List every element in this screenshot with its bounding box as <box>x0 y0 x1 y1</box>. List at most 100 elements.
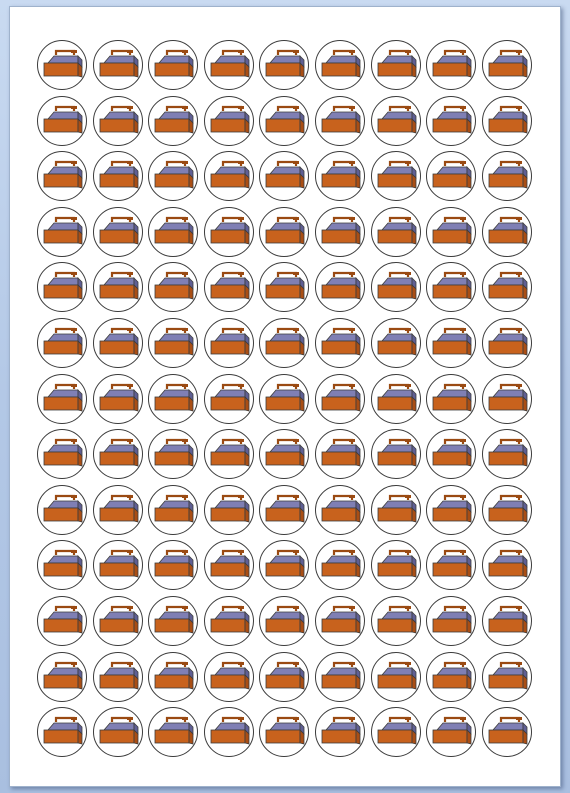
sticker <box>370 595 421 646</box>
sticker <box>92 595 143 646</box>
sticker <box>92 40 143 90</box>
sticker <box>426 95 477 146</box>
sticker <box>92 429 143 480</box>
sticker <box>426 540 477 591</box>
sticker <box>259 484 310 535</box>
sticker <box>203 40 254 90</box>
sticker <box>37 151 87 202</box>
sticker <box>426 429 477 480</box>
sticker <box>426 206 477 257</box>
sticker <box>259 595 310 646</box>
sticker <box>314 95 365 146</box>
sticker <box>481 595 532 646</box>
sticker <box>92 651 143 702</box>
sticker <box>203 262 254 313</box>
sticker <box>203 95 254 146</box>
sticker <box>481 95 532 146</box>
sticker <box>259 651 310 702</box>
sticker <box>370 40 421 90</box>
sticker <box>148 429 199 480</box>
sticker <box>148 40 199 90</box>
sticker <box>370 429 421 480</box>
sticker <box>203 206 254 257</box>
sticker <box>314 429 365 480</box>
sticker <box>203 429 254 480</box>
sticker <box>259 95 310 146</box>
sticker <box>148 595 199 646</box>
sticker <box>370 707 421 758</box>
sticker <box>314 151 365 202</box>
sticker <box>92 206 143 257</box>
sticker-grid <box>37 40 532 758</box>
sticker <box>314 262 365 313</box>
sticker <box>203 707 254 758</box>
sticker <box>259 151 310 202</box>
sticker <box>426 595 477 646</box>
sticker <box>92 95 143 146</box>
sticker <box>92 540 143 591</box>
sticker <box>92 262 143 313</box>
sticker <box>426 317 477 368</box>
sticker <box>314 595 365 646</box>
sticker <box>259 429 310 480</box>
sticker <box>426 651 477 702</box>
sticker <box>481 651 532 702</box>
sticker <box>148 262 199 313</box>
sticker <box>426 373 477 424</box>
sticker <box>370 317 421 368</box>
sticker <box>148 373 199 424</box>
sticker <box>314 206 365 257</box>
sticker <box>37 40 87 90</box>
sticker <box>259 707 310 758</box>
sticker <box>314 484 365 535</box>
sticker <box>259 262 310 313</box>
sticker <box>370 206 421 257</box>
sticker <box>203 651 254 702</box>
sticker <box>92 484 143 535</box>
sticker <box>481 540 532 591</box>
sticker <box>37 484 87 535</box>
sticker <box>203 317 254 368</box>
sticker <box>148 707 199 758</box>
sticker <box>148 484 199 535</box>
sticker <box>426 707 477 758</box>
sticker <box>370 95 421 146</box>
sticker <box>148 651 199 702</box>
sticker <box>259 373 310 424</box>
sticker <box>259 317 310 368</box>
sticker <box>37 317 87 368</box>
sticker <box>370 540 421 591</box>
sticker <box>203 595 254 646</box>
sticker <box>203 484 254 535</box>
sticker <box>370 373 421 424</box>
sticker <box>481 429 532 480</box>
sticker <box>37 651 87 702</box>
sticker <box>314 540 365 591</box>
sticker <box>481 484 532 535</box>
sticker <box>148 151 199 202</box>
sticker <box>426 151 477 202</box>
sticker <box>203 373 254 424</box>
sticker <box>314 707 365 758</box>
sticker <box>148 317 199 368</box>
sticker <box>370 651 421 702</box>
sticker <box>481 262 532 313</box>
sticker <box>92 151 143 202</box>
sticker <box>314 317 365 368</box>
sticker <box>481 206 532 257</box>
sticker <box>481 373 532 424</box>
sticker <box>37 206 87 257</box>
sticker <box>259 540 310 591</box>
sticker <box>370 484 421 535</box>
sticker <box>426 484 477 535</box>
sticker <box>148 540 199 591</box>
sticker <box>92 317 143 368</box>
sticker <box>426 262 477 313</box>
sticker <box>481 707 532 758</box>
sticker <box>37 595 87 646</box>
sticker <box>370 151 421 202</box>
sticker <box>37 373 87 424</box>
sticker <box>37 540 87 591</box>
sticker <box>481 151 532 202</box>
sticker <box>148 95 199 146</box>
